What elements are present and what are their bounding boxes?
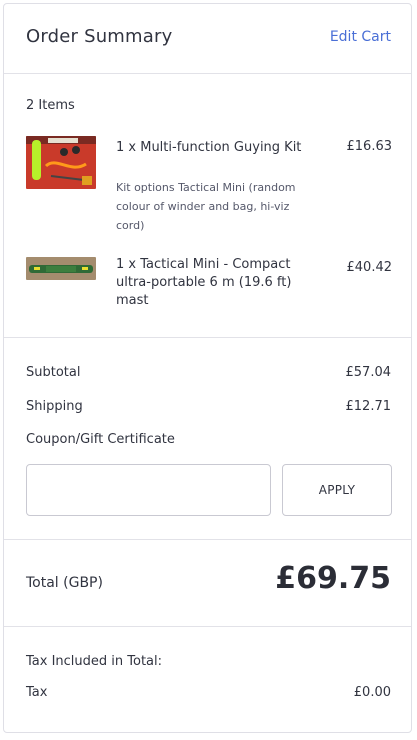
grand-total-label: Total (GBP) — [26, 575, 103, 591]
tax-row: Tax £0.00 — [26, 685, 391, 700]
list-item: 1 x Multi-function Guying Kit Kit option… — [26, 136, 392, 246]
shipping-value: £12.71 — [345, 399, 392, 414]
order-summary-header: Order Summary Edit Cart — [4, 4, 411, 74]
subtotal-label: Subtotal — [26, 365, 81, 380]
grand-total-value: £69.75 — [275, 561, 391, 596]
edit-cart-link[interactable]: Edit Cart — [330, 29, 391, 45]
item-name[interactable]: 1 x Multi-function Guying Kit — [116, 139, 302, 157]
item-name[interactable]: 1 x Tactical Mini - Compact ultra-portab… — [116, 256, 302, 310]
list-item: 1 x Tactical Mini - Compact ultra-portab… — [26, 257, 392, 317]
item-price: £40.42 — [346, 260, 393, 275]
order-summary-card: Order Summary Edit Cart 2 Items 1 x Mult… — [3, 3, 412, 733]
subtotal-value: £57.04 — [345, 365, 392, 380]
tax-label: Tax — [26, 685, 48, 700]
product-thumbnail-guying-kit[interactable] — [26, 136, 96, 189]
product-thumbnail-tactical-mini[interactable] — [26, 257, 96, 280]
subtotal-row: Subtotal £57.04 — [26, 365, 391, 380]
shipping-row: Shipping £12.71 — [26, 399, 391, 414]
totals-section: Subtotal £57.04 Shipping £12.71 Coupon/G… — [4, 337, 411, 540]
tax-heading: Tax Included in Total: — [26, 654, 163, 669]
tax-section: Tax Included in Total: Tax £0.00 — [4, 626, 411, 734]
coupon-input[interactable] — [26, 464, 271, 516]
grand-total-section: Total (GBP) £69.75 — [4, 539, 411, 627]
shipping-label: Shipping — [26, 399, 83, 414]
item-price: £16.63 — [346, 139, 393, 154]
tax-value: £0.00 — [353, 685, 391, 700]
order-summary-title: Order Summary — [26, 26, 173, 47]
cart-items-section: 2 Items 1 x Multi-function Guying Kit Ki… — [4, 73, 411, 338]
item-options: Kit options Tactical Mini (random colour… — [116, 181, 296, 232]
apply-coupon-button[interactable]: APPLY — [282, 464, 392, 516]
coupon-label: Coupon/Gift Certificate — [26, 432, 175, 447]
items-count: 2 Items — [26, 98, 75, 113]
